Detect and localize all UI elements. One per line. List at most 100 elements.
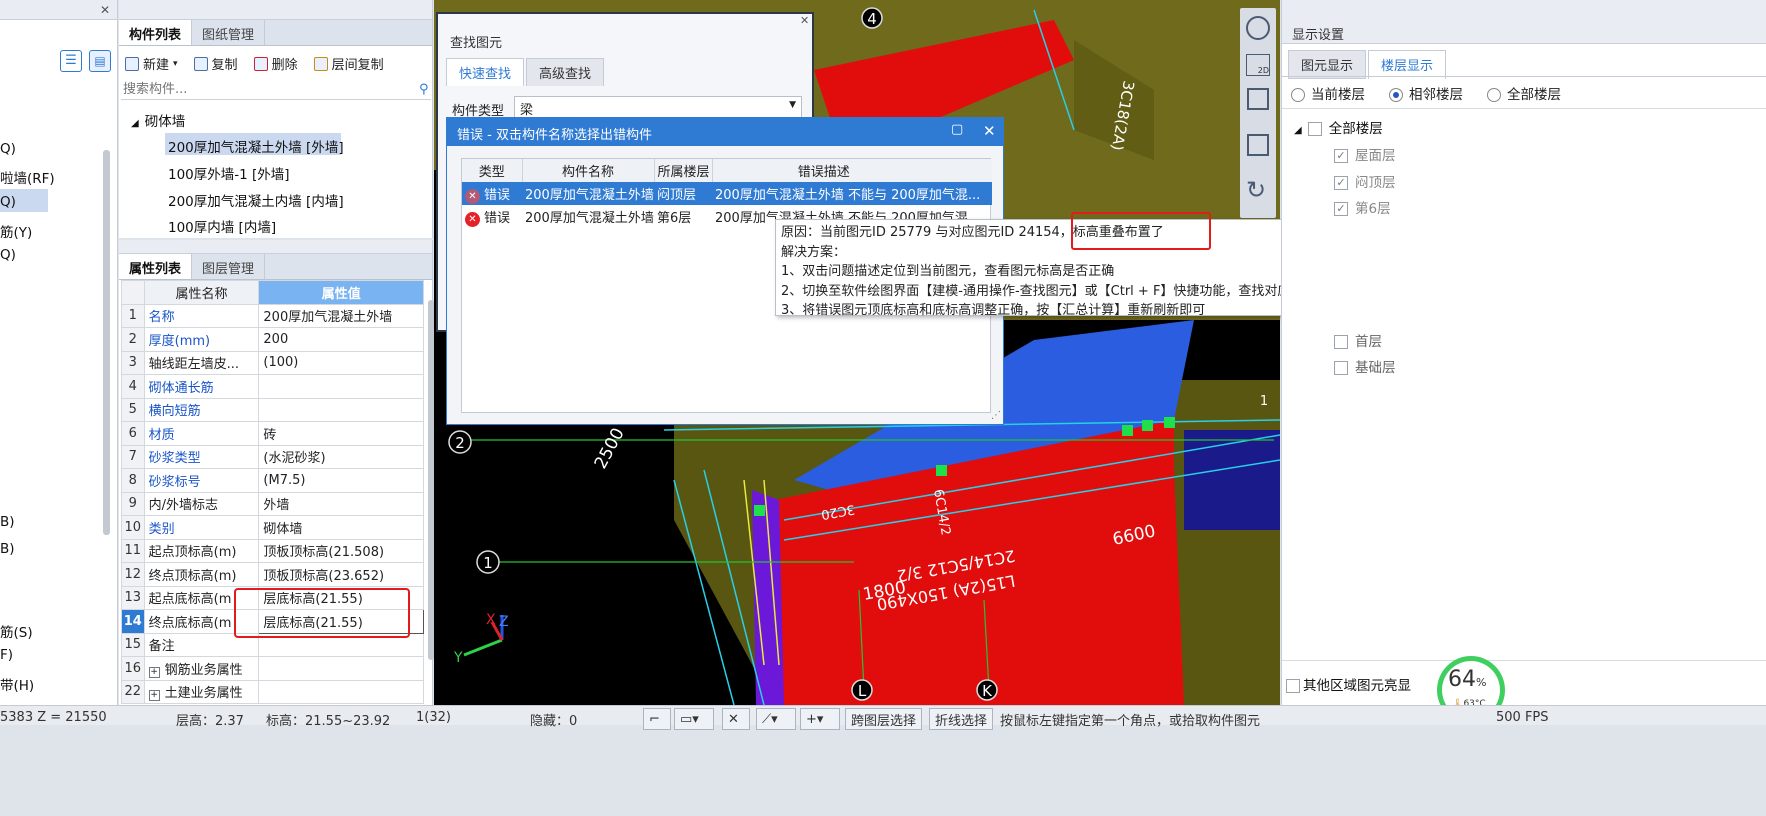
property-value[interactable]: 砌体墙 xyxy=(258,515,424,540)
list-item[interactable]: 筋(S) xyxy=(0,621,33,641)
checkbox[interactable] xyxy=(1334,335,1348,349)
floor-item[interactable]: 首层 xyxy=(1334,330,1382,350)
scrollbar[interactable] xyxy=(103,150,110,535)
list-item[interactable]: 筋(Y) xyxy=(0,221,32,241)
cross-button[interactable]: ✕ xyxy=(722,708,750,730)
orbit-icon[interactable] xyxy=(1246,16,1270,40)
error-component-name[interactable]: 200厚加气混凝土外墙 xyxy=(522,205,654,228)
floor-item[interactable]: ✓ 第6层 xyxy=(1334,197,1391,217)
list-item[interactable]: F) xyxy=(0,647,13,663)
list-item[interactable]: 100厚外墙-1 [外墙] xyxy=(168,163,290,183)
list-item[interactable]: 200厚加气混凝土内墙 [内墙] xyxy=(168,190,344,210)
property-value[interactable]: (100) xyxy=(258,350,424,375)
property-value[interactable] xyxy=(258,679,424,704)
floor-copy-button[interactable]: 层间复制 xyxy=(313,54,384,73)
property-value[interactable]: 顶板顶标高(23.652) xyxy=(258,562,424,587)
snap-button[interactable]: ⟋▾ xyxy=(756,708,796,730)
tab-property-list[interactable]: 属性列表 xyxy=(119,254,193,279)
table-row[interactable]: 16 + 钢筋业务属性 xyxy=(121,656,424,681)
table-row[interactable]: 22 + 土建业务属性 xyxy=(121,679,424,704)
list-item[interactable]: 带(H) xyxy=(0,674,34,694)
cube-view-icon[interactable] xyxy=(1247,88,1269,110)
list-view-icon[interactable]: ☰ xyxy=(60,50,82,72)
property-value[interactable]: 200厚加气混凝土外墙 xyxy=(258,303,424,328)
component-type-select[interactable]: 梁 ▼ xyxy=(514,96,802,118)
maximize-icon[interactable]: ▢ xyxy=(951,122,963,137)
list-item[interactable]: B) xyxy=(0,514,15,530)
table-row[interactable]: 1 名称 200厚加气混凝土外墙 xyxy=(121,303,424,328)
table-row[interactable]: 9 内/外墙标志 外墙 xyxy=(121,491,424,516)
select-pointer-button[interactable]: ⌐ xyxy=(643,708,671,730)
expand-icon[interactable]: + xyxy=(148,690,160,702)
list-item[interactable]: B) xyxy=(0,541,15,557)
polyline-select-button[interactable]: 折线选择 xyxy=(929,708,994,730)
search-icon[interactable]: ⚲ xyxy=(419,82,429,97)
floor-item[interactable]: 基础层 xyxy=(1334,356,1396,376)
cross-floor-select-button[interactable]: 跨图层选择 xyxy=(845,708,923,730)
close-icon[interactable]: ✕ xyxy=(983,122,996,140)
tab-floor-display[interactable]: 楼层显示 xyxy=(1368,50,1447,79)
select-box-button[interactable]: ▭▾ xyxy=(674,708,714,730)
checkbox[interactable] xyxy=(1334,361,1348,375)
table-row[interactable]: 10 类别 砌体墙 xyxy=(121,515,424,540)
table-row[interactable]: 2 厚度(mm) 200 xyxy=(121,327,424,352)
radio-adjacent-floor[interactable]: 相邻楼层 xyxy=(1389,83,1463,103)
property-value[interactable]: 砖 xyxy=(258,421,424,446)
2d-view-icon[interactable]: 2D xyxy=(1246,54,1270,76)
copy-button[interactable]: 复制 xyxy=(193,54,238,73)
rotate-icon[interactable]: ↻ xyxy=(1246,176,1266,204)
offset-button[interactable]: +▾ xyxy=(800,708,840,730)
close-icon[interactable]: ✕ xyxy=(100,3,110,17)
floor-item[interactable]: ✓ 闷顶层 xyxy=(1334,171,1396,191)
error-desc[interactable]: 200厚加气混凝土外墙 不能与 200厚加气混... xyxy=(712,182,992,205)
close-icon[interactable]: ✕ xyxy=(800,14,809,27)
radio-current-floor[interactable]: 当前楼层 xyxy=(1291,83,1365,103)
radio-all-floors[interactable]: 全部楼层 xyxy=(1487,83,1561,103)
resize-grip-icon[interactable]: ⋰ xyxy=(991,410,1001,421)
checkbox[interactable]: ✓ xyxy=(1334,202,1348,216)
floor-item[interactable]: ✓ 屋面层 xyxy=(1334,144,1396,164)
list-item[interactable]: Q) xyxy=(0,247,16,263)
new-button[interactable]: 新建 ▾ xyxy=(125,54,178,73)
property-value[interactable] xyxy=(258,397,424,422)
property-value[interactable]: 顶板顶标高(21.508) xyxy=(258,538,424,563)
table-row[interactable]: 4 砌体通长筋 xyxy=(121,374,424,399)
expand-icon[interactable]: + xyxy=(148,666,160,678)
box-view-icon[interactable] xyxy=(1247,134,1269,156)
property-value[interactable] xyxy=(258,656,424,681)
tree-root-all-floors[interactable]: ◢ 全部楼层 xyxy=(1294,117,1383,137)
property-value[interactable]: (水泥砂浆) xyxy=(258,444,424,469)
list-item[interactable]: 啦墙(RF) xyxy=(0,167,55,187)
tree-group-masonry[interactable]: ◢ 砌体墙 xyxy=(131,110,185,130)
checkbox[interactable]: ✓ xyxy=(1334,149,1348,163)
grid-view-icon[interactable]: ▤ xyxy=(89,50,111,72)
table-row[interactable]: ✕ 错误 200厚加气混凝土外墙 闷顶层 200厚加气混凝土外墙 不能与 200厚加气混… xyxy=(462,182,992,205)
property-value[interactable]: 200 xyxy=(258,327,424,352)
list-item[interactable]: 100厚内墙 [内墙] xyxy=(168,216,276,236)
checkbox[interactable] xyxy=(1286,679,1300,693)
table-row[interactable]: 5 横向短筋 xyxy=(121,397,424,422)
list-item[interactable]: Q) xyxy=(0,194,16,210)
table-row[interactable]: 3 轴线距左墙皮... (100) xyxy=(121,350,424,375)
table-row[interactable]: 6 材质 砖 xyxy=(121,421,424,446)
property-value[interactable]: 外墙 xyxy=(258,491,424,516)
tab-drawing-manager[interactable]: 图纸管理 xyxy=(192,20,266,45)
table-row[interactable]: 8 砂浆标号 (M7.5) xyxy=(121,468,424,493)
tab-advanced-find[interactable]: 高级查找 xyxy=(526,58,605,86)
list-item[interactable]: Q) xyxy=(0,141,16,157)
error-component-name[interactable]: 200厚加气混凝土外墙 xyxy=(522,182,654,205)
search-input[interactable] xyxy=(121,80,431,100)
tab-layer-manager[interactable]: 图层管理 xyxy=(192,254,266,279)
table-row[interactable]: 12 终点顶标高(m) 顶板顶标高(23.652) xyxy=(121,562,424,587)
tab-element-display[interactable]: 图元显示 xyxy=(1288,50,1367,79)
table-row[interactable]: 7 砂浆类型 (水泥砂浆) xyxy=(121,444,424,469)
tab-component-list[interactable]: 构件列表 xyxy=(119,20,193,45)
checkbox[interactable]: ✓ xyxy=(1334,176,1348,190)
property-value[interactable]: (M7.5) xyxy=(258,468,424,493)
property-value[interactable] xyxy=(258,374,424,399)
delete-button[interactable]: 删除 xyxy=(253,54,298,73)
list-item[interactable]: 200厚加气混凝土外墙 [外墙] xyxy=(168,136,344,156)
tab-quick-find[interactable]: 快速查找 xyxy=(446,58,525,86)
other-region-highlight[interactable]: 其他区域图元亮显 xyxy=(1286,674,1411,694)
checkbox[interactable] xyxy=(1307,122,1322,136)
